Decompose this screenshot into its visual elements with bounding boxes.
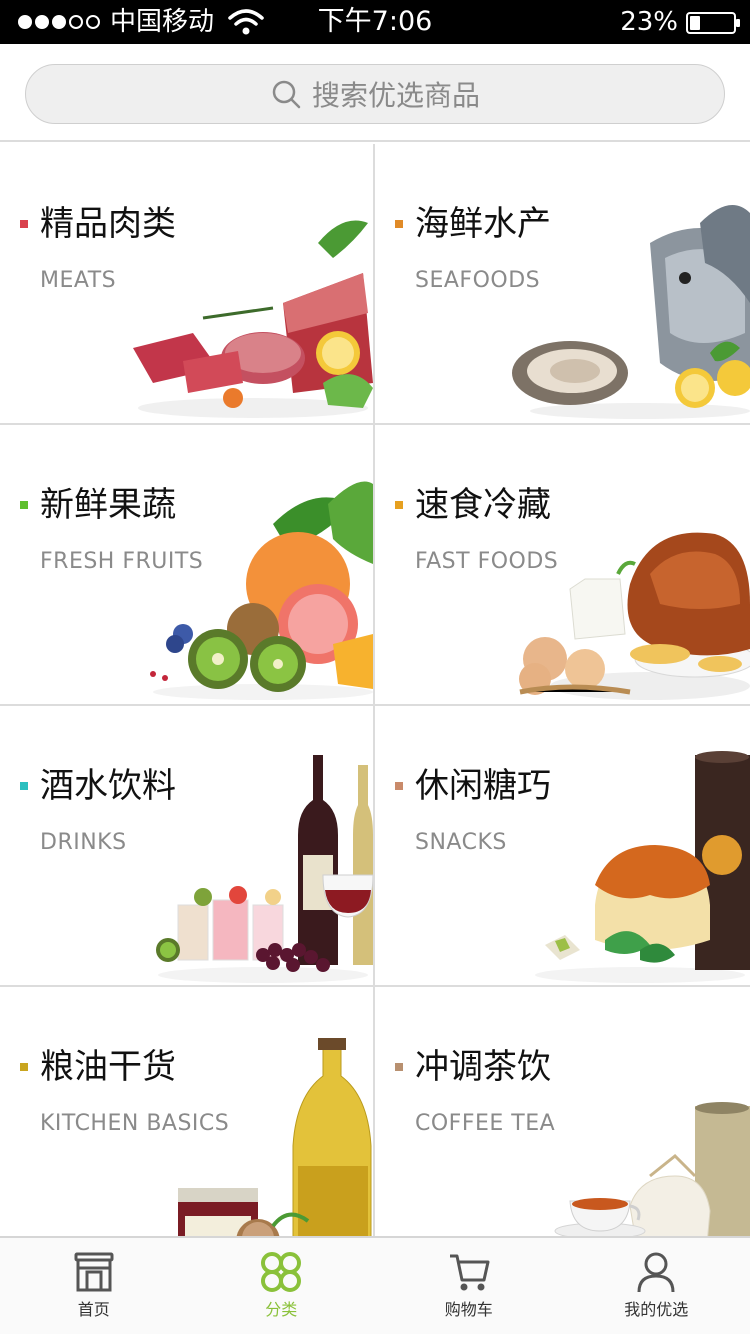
category-marker	[395, 1063, 403, 1071]
fastfood-image	[519, 532, 750, 700]
tab-label: 我的优选	[624, 1300, 689, 1319]
tab-home[interactable]: 首页	[0, 1238, 188, 1334]
category-meats[interactable]: 精品肉类 MEATS	[0, 144, 375, 425]
category-snacks[interactable]: 休闲糖巧 SNACKS	[375, 706, 750, 987]
category-fast-foods[interactable]: 速食冷藏 FAST FOODS	[375, 425, 750, 706]
battery-icon	[686, 12, 740, 34]
drinks-image	[156, 755, 373, 983]
category-subtitle: DRINKS	[40, 830, 127, 855]
category-coffee-tea[interactable]: 冲调茶饮 COFFEE TEA	[375, 987, 750, 1268]
cart-icon	[449, 1254, 490, 1291]
category-seafoods[interactable]: 海鲜水产 SEAFOODS	[375, 144, 750, 425]
search-placeholder: 搜索优选商品	[311, 79, 480, 112]
bottom-tab-bar: 首页 分类 购物车 我的优选	[0, 1236, 750, 1334]
seafood-image	[512, 205, 750, 419]
status-bar: 中国移动 下午7:06 23%	[0, 0, 750, 44]
battery-percentage: 23%	[620, 7, 678, 37]
fruit-image	[150, 481, 373, 700]
category-kitchen-basics[interactable]: 粮油干货 KITCHEN BASICS	[0, 987, 375, 1268]
category-marker	[20, 220, 28, 228]
battery-level-fill	[690, 16, 700, 30]
category-marker	[395, 220, 403, 228]
search-icon	[272, 80, 301, 109]
search-bar-area: 搜索优选商品	[0, 44, 750, 142]
category-icon	[261, 1252, 302, 1292]
tab-label: 分类	[265, 1300, 298, 1319]
category-fresh-fruits[interactable]: 新鲜果蔬 FRESH FRUITS	[0, 425, 375, 706]
snacks-image	[535, 751, 750, 983]
category-marker	[20, 501, 28, 509]
category-marker	[20, 782, 28, 790]
tab-profile[interactable]: 我的优选	[563, 1238, 750, 1334]
search-input[interactable]: 搜索优选商品	[25, 64, 725, 124]
category-marker	[20, 1063, 28, 1071]
meat-image	[133, 220, 373, 418]
tab-category[interactable]: 分类	[188, 1238, 376, 1334]
tea-image	[515, 1102, 750, 1266]
tab-label: 购物车	[444, 1300, 493, 1319]
category-grid: 精品肉类 MEATS 海鲜水产 SEAFOODS 新鲜果蔬 FRESH FRUI…	[0, 144, 750, 1268]
tab-cart[interactable]: 购物车	[375, 1238, 563, 1334]
kitchen-image	[178, 1038, 372, 1266]
category-subtitle: MEATS	[40, 268, 117, 293]
tab-label: 首页	[77, 1300, 110, 1319]
category-marker	[395, 782, 403, 790]
category-subtitle: SNACKS	[415, 830, 507, 855]
category-drinks[interactable]: 酒水饮料 DRINKS	[0, 706, 375, 987]
user-icon	[637, 1252, 675, 1293]
app-screen: 中国移动 下午7:06 23% 搜索优选商品 精品肉类 MEATS 海鲜水产 S…	[0, 0, 750, 1334]
home-icon	[74, 1252, 114, 1292]
category-marker	[395, 501, 403, 509]
